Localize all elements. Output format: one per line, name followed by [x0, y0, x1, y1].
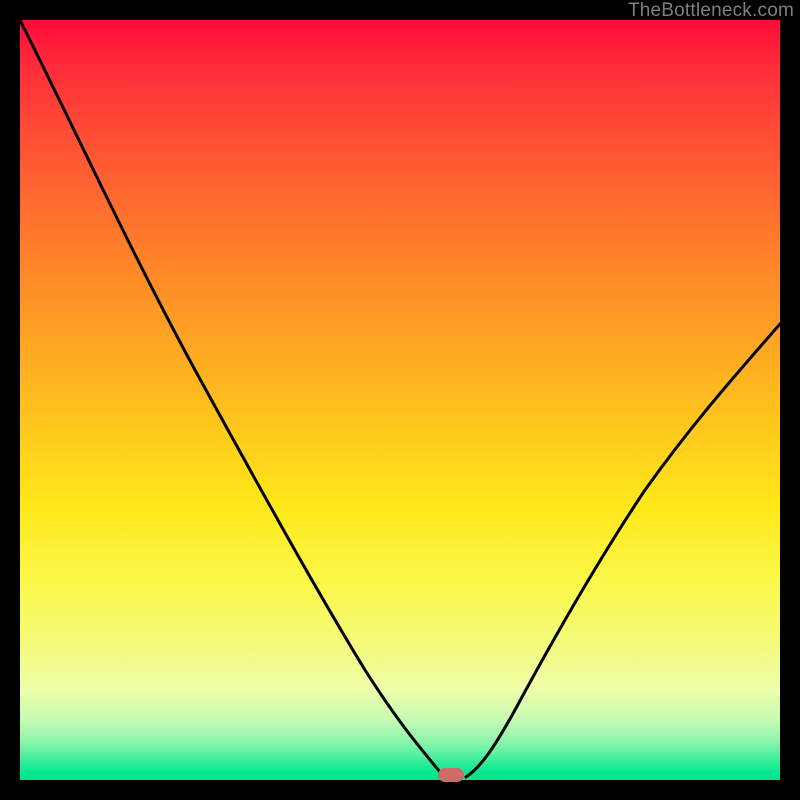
- bottleneck-marker: [438, 768, 464, 782]
- watermark-text: TheBottleneck.com: [628, 0, 794, 22]
- chart-frame: TheBottleneck.com: [0, 0, 800, 800]
- plot-area: [20, 20, 780, 780]
- curve-left-branch: [20, 20, 450, 777]
- bottleneck-curve: [20, 20, 780, 780]
- curve-right-branch: [466, 324, 780, 777]
